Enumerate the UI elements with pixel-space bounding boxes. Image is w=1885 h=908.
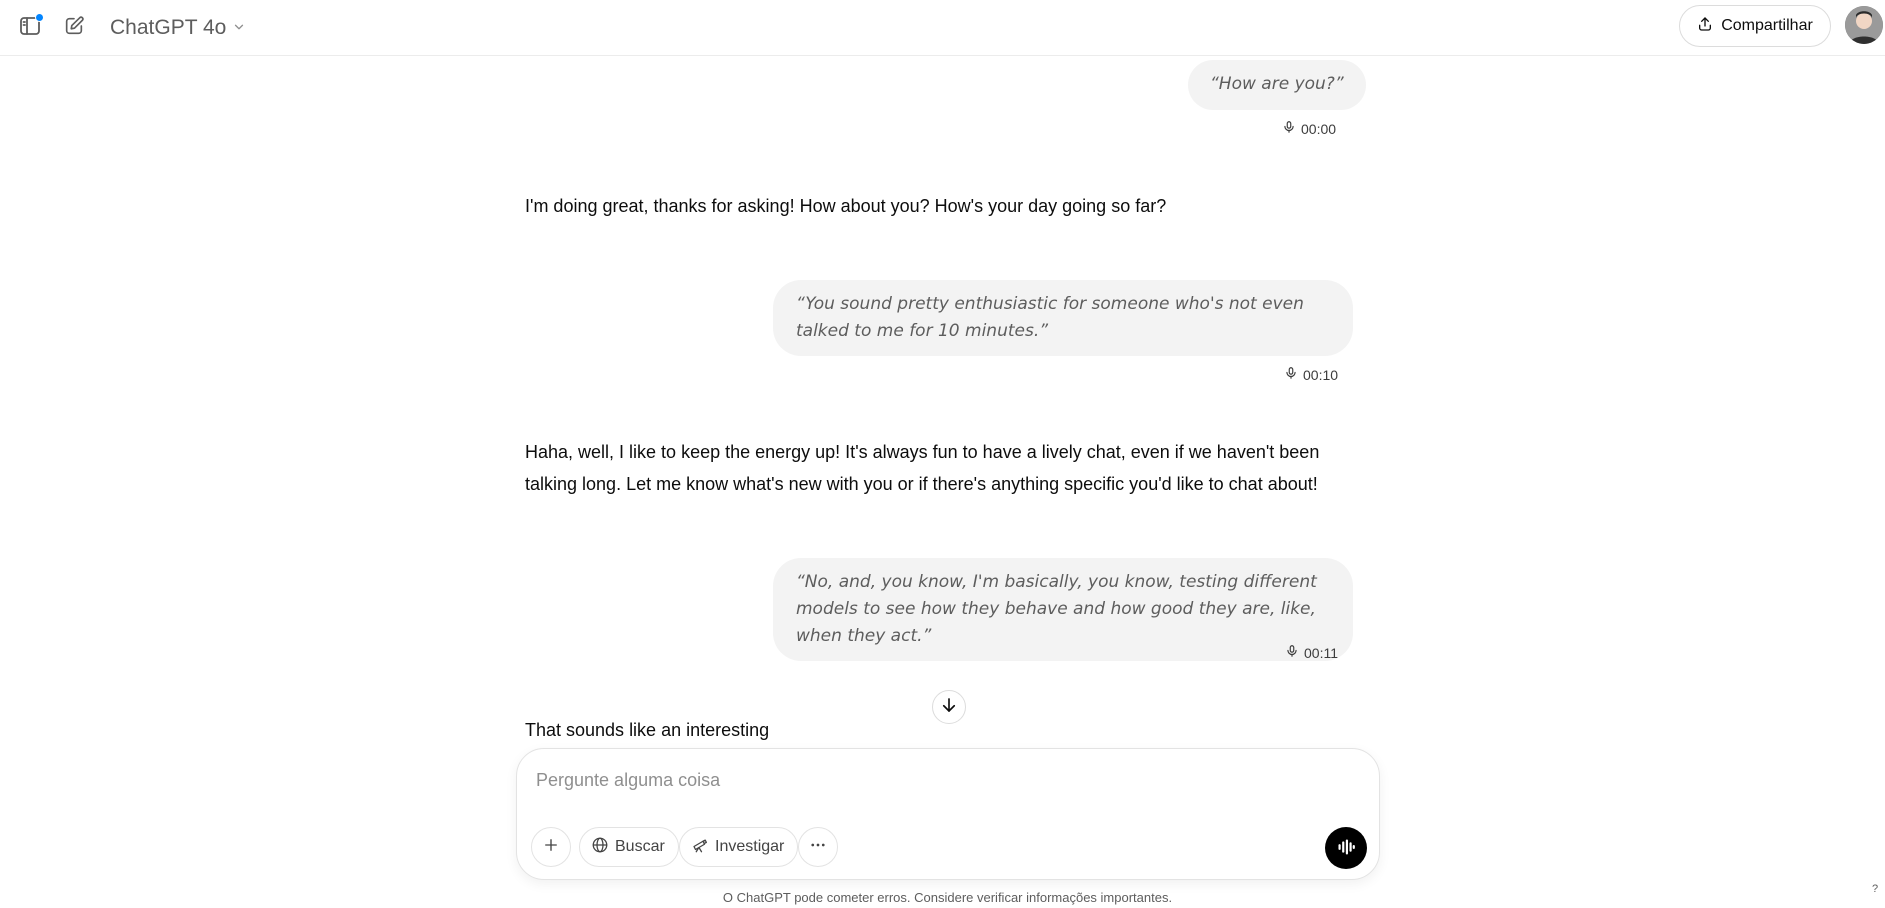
voice-transcript: “How are you?” (1210, 74, 1344, 94)
voice-message-meta: 00:00 (1282, 120, 1336, 137)
notification-dot (35, 13, 44, 22)
globe-icon (591, 836, 609, 859)
microphone-icon (1285, 644, 1299, 661)
voice-duration: 00:11 (1304, 644, 1338, 661)
new-chat-button[interactable] (56, 10, 92, 46)
user-message-bubble: “How are you?” (1188, 60, 1366, 110)
top-bar: ChatGPT 4o Compartilhar (0, 0, 1885, 56)
sidebar-toggle-button[interactable] (12, 10, 48, 46)
user-message-bubble: “You sound pretty enthusiastic for someo… (773, 280, 1353, 356)
more-horizontal-icon (809, 836, 827, 859)
voice-mode-button[interactable] (1325, 827, 1367, 869)
microphone-icon (1284, 366, 1298, 383)
voice-transcript: “You sound pretty enthusiastic for someo… (796, 294, 1304, 341)
assistant-message-text: I'm doing great, thanks for asking! How … (525, 196, 1167, 216)
telescope-icon (691, 836, 709, 859)
voice-duration: 00:10 (1303, 366, 1339, 383)
assistant-message: I'm doing great, thanks for asking! How … (525, 190, 1345, 222)
attach-button[interactable] (531, 827, 571, 867)
plus-icon (542, 836, 560, 859)
voice-duration: 00:00 (1301, 120, 1337, 137)
composer: Buscar Investigar (516, 748, 1380, 880)
model-selector[interactable]: ChatGPT 4o (104, 12, 252, 44)
research-tool-label: Investigar (715, 838, 785, 855)
share-button[interactable]: Compartilhar (1679, 5, 1831, 47)
user-message-bubble: “No, and, you know, I'm basically, you k… (773, 558, 1353, 661)
assistant-message-text: That sounds like an interesting (525, 720, 770, 740)
search-tool-label: Buscar (615, 838, 665, 855)
assistant-message-text: Haha, well, I like to keep the energy up… (525, 442, 1320, 494)
new-chat-edit-icon (63, 15, 85, 42)
voice-waveform-icon (1335, 836, 1357, 861)
assistant-message: Haha, well, I like to keep the energy up… (525, 436, 1345, 500)
help-button[interactable]: ? (1867, 880, 1883, 898)
chevron-down-icon (232, 16, 246, 40)
voice-message-meta: 00:11 (1285, 644, 1338, 661)
research-tool-button[interactable]: Investigar (679, 827, 799, 867)
disclaimer-text: O ChatGPT pode cometer erros. Considere … (722, 890, 1173, 905)
share-icon (1697, 16, 1713, 37)
prompt-input[interactable] (536, 763, 1336, 797)
more-tools-button[interactable] (798, 827, 838, 867)
search-tool-button[interactable]: Buscar (579, 827, 679, 867)
voice-transcript: “No, and, you know, I'm basically, you k… (796, 572, 1317, 646)
share-label: Compartilhar (1721, 17, 1813, 34)
model-name: ChatGPT 4o (110, 16, 227, 39)
avatar[interactable] (1845, 6, 1883, 44)
microphone-icon (1282, 120, 1296, 137)
assistant-message: That sounds like an interesting (525, 714, 1345, 746)
voice-message-meta: 00:10 (1284, 366, 1338, 383)
